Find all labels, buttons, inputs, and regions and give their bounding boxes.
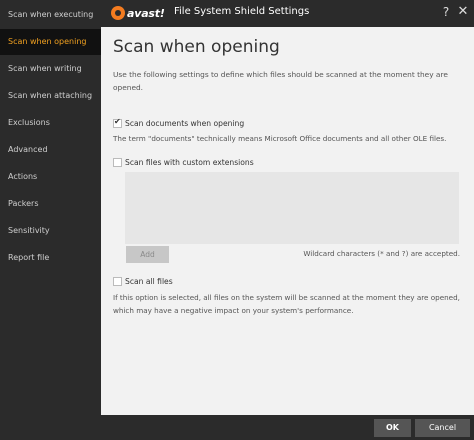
scan-custom-row[interactable]: Scan files with custom extensions <box>113 158 254 167</box>
add-button[interactable]: Add <box>126 246 169 263</box>
extensions-list[interactable] <box>125 172 459 244</box>
sidebar-item-scan-when-writing[interactable]: Scan when writing <box>0 56 101 82</box>
avast-logo: avast! <box>111 5 165 21</box>
sidebar-item-sensitivity[interactable]: Sensitivity <box>0 218 101 244</box>
page-title: Scan when opening <box>113 37 280 57</box>
scan-all-checkbox[interactable] <box>113 277 122 286</box>
documents-note: The term "documents" technically means M… <box>113 134 447 143</box>
avast-ball-icon <box>111 6 125 20</box>
ok-button[interactable]: OK <box>374 419 411 437</box>
scan-documents-label[interactable]: Scan documents when opening <box>125 119 244 128</box>
sidebar-item-exclusions[interactable]: Exclusions <box>0 110 101 136</box>
cancel-button[interactable]: Cancel <box>415 419 470 437</box>
wildcard-note: Wildcard characters (* and ?) are accept… <box>303 249 460 258</box>
window-title: File System Shield Settings <box>174 6 310 17</box>
sidebar-item-scan-when-attaching[interactable]: Scan when attaching <box>0 83 101 109</box>
logo-text: avast! <box>127 6 165 20</box>
scan-all-label[interactable]: Scan all files <box>125 277 173 286</box>
close-icon[interactable]: ✕ <box>457 3 469 21</box>
scan-all-row[interactable]: Scan all files <box>113 277 173 286</box>
scan-documents-checkbox[interactable] <box>113 117 122 128</box>
sidebar: Scan when executing Scan when opening Sc… <box>0 0 101 440</box>
scan-custom-checkbox[interactable] <box>113 158 122 167</box>
footer-bar: OK Cancel <box>101 415 474 440</box>
title-bar: avast! File System Shield Settings ? ✕ <box>101 0 474 27</box>
settings-panel: Scan when opening Use the following sett… <box>101 27 474 415</box>
intro-text: Use the following settings to define whi… <box>113 70 448 92</box>
sidebar-item-actions[interactable]: Actions <box>0 164 101 190</box>
sidebar-item-packers[interactable]: Packers <box>0 191 101 217</box>
help-icon[interactable]: ? <box>440 3 452 21</box>
sidebar-item-scan-when-opening[interactable]: Scan when opening <box>0 29 101 55</box>
scan-all-note: If this option is selected, all files on… <box>113 293 460 315</box>
scan-documents-row[interactable]: Scan documents when opening <box>113 117 244 128</box>
sidebar-item-scan-when-executing[interactable]: Scan when executing <box>0 2 101 28</box>
sidebar-item-advanced[interactable]: Advanced <box>0 137 101 163</box>
scan-custom-label[interactable]: Scan files with custom extensions <box>125 158 254 167</box>
sidebar-item-report-file[interactable]: Report file <box>0 245 101 271</box>
